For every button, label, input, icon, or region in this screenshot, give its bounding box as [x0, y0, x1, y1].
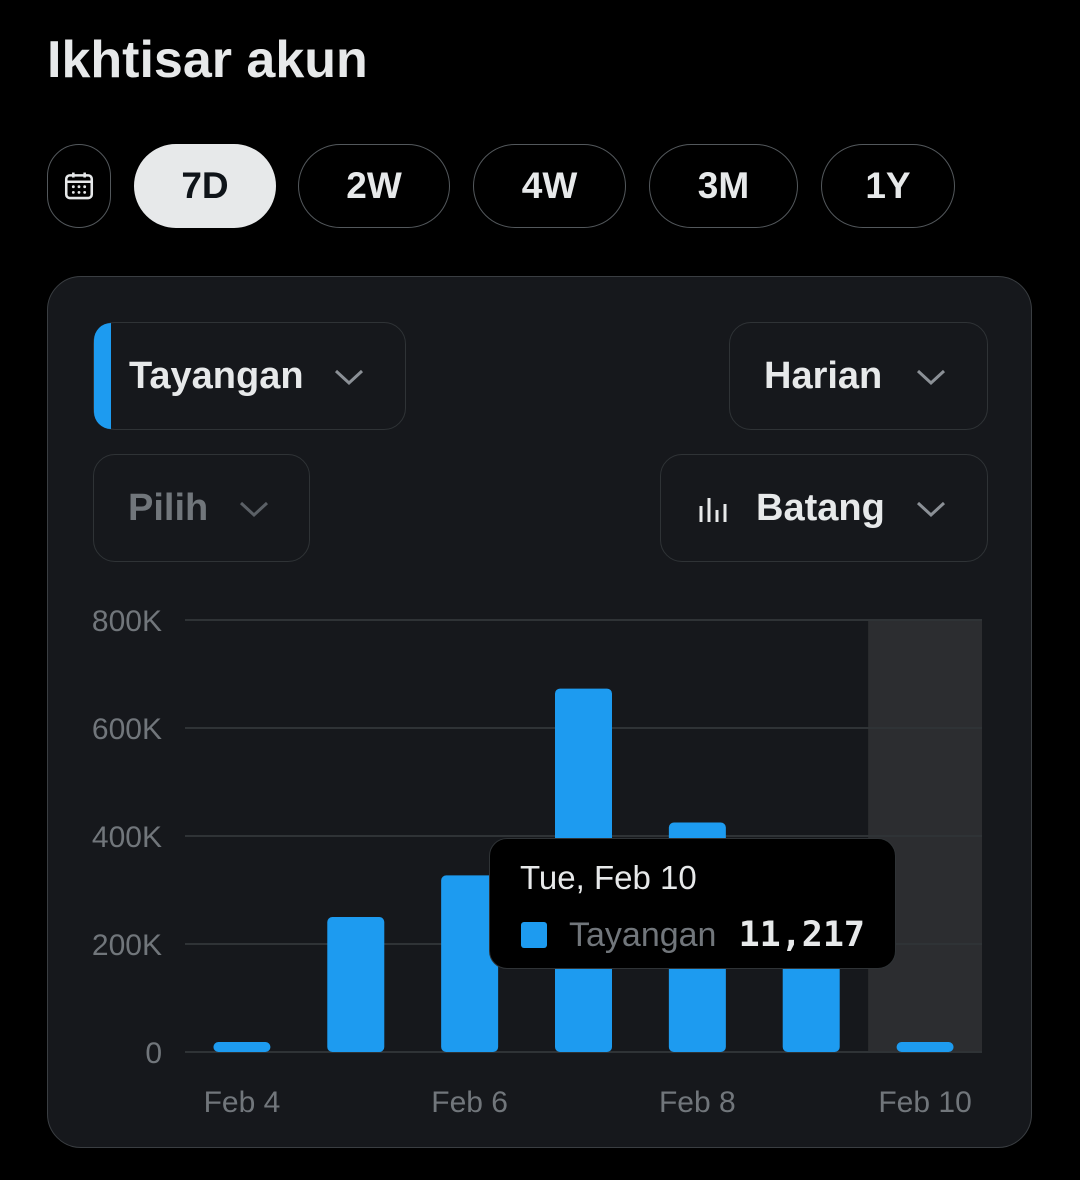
interval-label: Harian	[764, 354, 883, 397]
calendar-button[interactable]	[47, 144, 111, 228]
range-3m-button[interactable]: 3M	[649, 144, 798, 228]
chart-type-dropdown[interactable]: Batang	[660, 454, 988, 562]
interval-dropdown[interactable]: Harian	[729, 322, 988, 430]
metric-dropdown[interactable]: Tayangan	[93, 322, 406, 430]
metric-color-indicator	[94, 323, 111, 429]
chevron-down-icon	[334, 369, 364, 386]
compare-placeholder: Pilih	[128, 486, 209, 529]
tooltip-swatch	[521, 922, 547, 948]
chart-type-label: Batang	[756, 486, 885, 529]
tooltip-series-label: Tayangan	[569, 916, 717, 954]
chart-tooltip: Tue, Feb 10 Tayangan 11,217	[489, 838, 896, 969]
range-2w-button[interactable]: 2W	[298, 144, 450, 228]
tooltip-value: 11,217	[738, 915, 865, 955]
chevron-down-icon	[916, 501, 946, 518]
range-4w-button[interactable]: 4W	[473, 144, 626, 228]
range-1y-button[interactable]: 1Y	[821, 144, 955, 228]
metric-label: Tayangan	[129, 354, 304, 397]
chevron-down-icon	[239, 501, 269, 518]
compare-dropdown[interactable]: Pilih	[93, 454, 310, 562]
range-7d-button[interactable]: 7D	[134, 144, 276, 228]
chart-card: Tayangan Harian Pilih Batang	[47, 276, 1032, 1148]
page-title: Ikhtisar akun	[47, 31, 368, 89]
calendar-icon	[64, 172, 94, 200]
tooltip-date: Tue, Feb 10	[520, 859, 697, 896]
chevron-down-icon	[916, 369, 946, 386]
bar-chart-icon	[699, 498, 727, 522]
